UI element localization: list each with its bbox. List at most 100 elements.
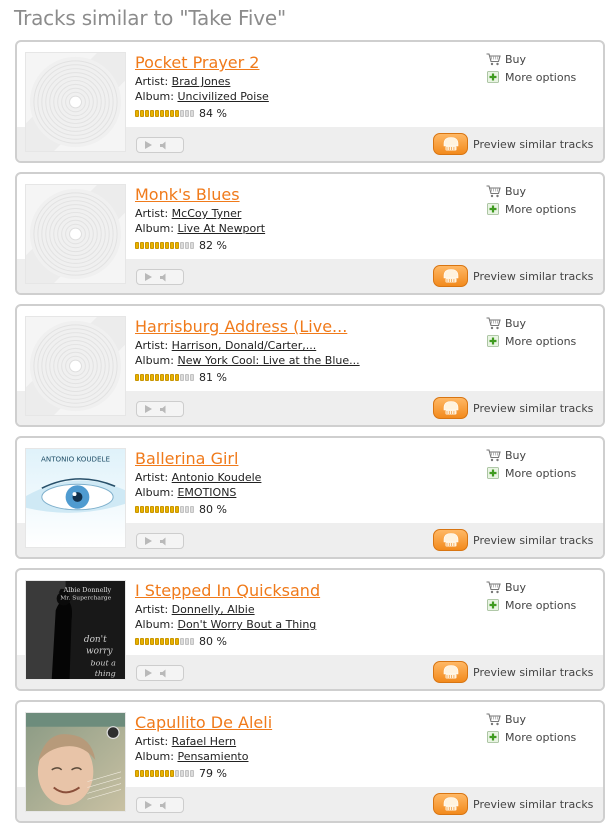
artist-link[interactable]: Antonio Koudele	[172, 471, 262, 484]
more-options-label: More options	[505, 334, 577, 348]
rating-segment	[185, 242, 189, 249]
more-options-button[interactable]: More options	[486, 68, 576, 86]
play-icon[interactable]	[145, 537, 152, 545]
plus-icon	[487, 202, 499, 215]
preview-label: Preview similar tracks	[473, 269, 594, 283]
preview-similar-tracks-button[interactable]: Preview similar tracks	[433, 397, 593, 419]
more-options-button[interactable]: More options	[486, 728, 576, 746]
rating-segment	[155, 770, 159, 777]
volume-icon[interactable]	[160, 273, 169, 282]
artist-link[interactable]: Harrison, Donald/Carter,...	[172, 339, 317, 352]
album-link[interactable]: Don't Worry Bout a Thing	[177, 618, 316, 631]
similarity-rating: 80 %	[135, 503, 227, 516]
artist-row: Artist: Donnelly, Albie	[135, 603, 255, 616]
more-options-label: More options	[505, 202, 577, 216]
play-icon[interactable]	[145, 273, 152, 281]
buy-button[interactable]: Buy	[486, 710, 576, 728]
preview-similar-tracks-button[interactable]: Preview similar tracks	[433, 133, 593, 155]
preview-similar-tracks-button[interactable]: Preview similar tracks	[433, 265, 593, 287]
audio-player[interactable]	[136, 797, 184, 813]
more-options-button[interactable]: More options	[486, 200, 576, 218]
more-options-button[interactable]: More options	[486, 596, 576, 614]
volume-icon[interactable]	[160, 537, 169, 546]
rating-segment	[145, 242, 149, 249]
rating-bar	[135, 770, 194, 777]
rating-segment	[155, 110, 159, 117]
play-icon[interactable]	[145, 405, 152, 413]
play-icon[interactable]	[145, 801, 152, 809]
audio-player[interactable]	[136, 533, 184, 549]
volume-icon[interactable]	[160, 405, 169, 414]
album-row: Album: Live At Newport	[135, 222, 265, 235]
rating-percent: 82 %	[199, 239, 227, 252]
rating-percent: 79 %	[199, 767, 227, 780]
album-label: Album:	[135, 354, 174, 367]
rating-segment	[180, 770, 184, 777]
album-link[interactable]: Uncivilized Poise	[177, 90, 268, 103]
rating-segment	[150, 506, 154, 513]
buy-button[interactable]: Buy	[486, 50, 576, 68]
preview-icon	[433, 397, 468, 419]
album-link[interactable]: New York Cool: Live at the Blue...	[177, 354, 359, 367]
artist-row: Artist: Brad Jones	[135, 75, 230, 88]
svg-text:thing: thing	[95, 669, 116, 678]
rating-segment	[175, 242, 179, 249]
rating-segment	[175, 506, 179, 513]
preview-similar-tracks-button[interactable]: Preview similar tracks	[433, 529, 593, 551]
volume-icon[interactable]	[160, 801, 169, 810]
album-cover	[25, 52, 126, 152]
shopping-cart-icon	[486, 52, 501, 65]
buy-button[interactable]: Buy	[486, 314, 576, 332]
album-link[interactable]: Live At Newport	[177, 222, 265, 235]
buy-button[interactable]: Buy	[486, 578, 576, 596]
artist-label: Artist:	[135, 75, 169, 88]
audio-player[interactable]	[136, 401, 184, 417]
play-icon[interactable]	[145, 141, 152, 149]
rating-segment	[165, 638, 169, 645]
artist-link[interactable]: Rafael Hern	[172, 735, 236, 748]
artist-link[interactable]: Donnelly, Albie	[172, 603, 255, 616]
buy-button[interactable]: Buy	[486, 446, 576, 464]
album-link[interactable]: Pensamiento	[177, 750, 248, 763]
volume-icon[interactable]	[160, 669, 169, 678]
buy-label: Buy	[505, 712, 527, 726]
preview-similar-tracks-button[interactable]: Preview similar tracks	[433, 793, 593, 815]
artist-link[interactable]: Brad Jones	[172, 75, 231, 88]
track-title-link[interactable]: Monk's Blues	[135, 185, 240, 204]
rating-segment	[170, 242, 174, 249]
track-title-link[interactable]: Ballerina Girl	[135, 449, 238, 468]
track-title-link[interactable]: Capullito De Aleli	[135, 713, 272, 732]
track-title-link[interactable]: Pocket Prayer 2	[135, 53, 259, 72]
audio-player[interactable]	[136, 269, 184, 285]
track-card: ANTONIO KOUDELE Ballerina Girl Artist: A…	[15, 436, 605, 559]
rating-segment	[150, 638, 154, 645]
plus-icon	[487, 598, 499, 611]
rating-segment	[180, 242, 184, 249]
rating-bar	[135, 374, 194, 381]
more-options-button[interactable]: More options	[486, 464, 576, 482]
artist-link[interactable]: McCoy Tyner	[172, 207, 242, 220]
similarity-rating: 80 %	[135, 635, 227, 648]
more-options-button[interactable]: More options	[486, 332, 576, 350]
buy-label: Buy	[505, 448, 527, 462]
buy-button[interactable]: Buy	[486, 182, 576, 200]
rating-segment	[135, 242, 139, 249]
track-title-link[interactable]: I Stepped In Quicksand	[135, 581, 320, 600]
preview-similar-tracks-button[interactable]: Preview similar tracks	[433, 661, 593, 683]
svg-text:worry: worry	[86, 647, 114, 657]
rating-segment	[155, 506, 159, 513]
buy-label: Buy	[505, 52, 527, 66]
more-options-label: More options	[505, 466, 577, 480]
play-icon[interactable]	[145, 669, 152, 677]
track-title-link[interactable]: Harrisburg Address (Live...	[135, 317, 347, 336]
audio-player[interactable]	[136, 665, 184, 681]
audio-player[interactable]	[136, 137, 184, 153]
album-cover	[25, 316, 126, 416]
volume-icon[interactable]	[160, 141, 169, 150]
similarity-rating: 81 %	[135, 371, 227, 384]
album-row: Album: Don't Worry Bout a Thing	[135, 618, 316, 631]
similarity-rating: 82 %	[135, 239, 227, 252]
album-link[interactable]: EMOTIONS	[177, 486, 236, 499]
album-row: Album: New York Cool: Live at the Blue..…	[135, 354, 360, 367]
rating-segment	[140, 242, 144, 249]
